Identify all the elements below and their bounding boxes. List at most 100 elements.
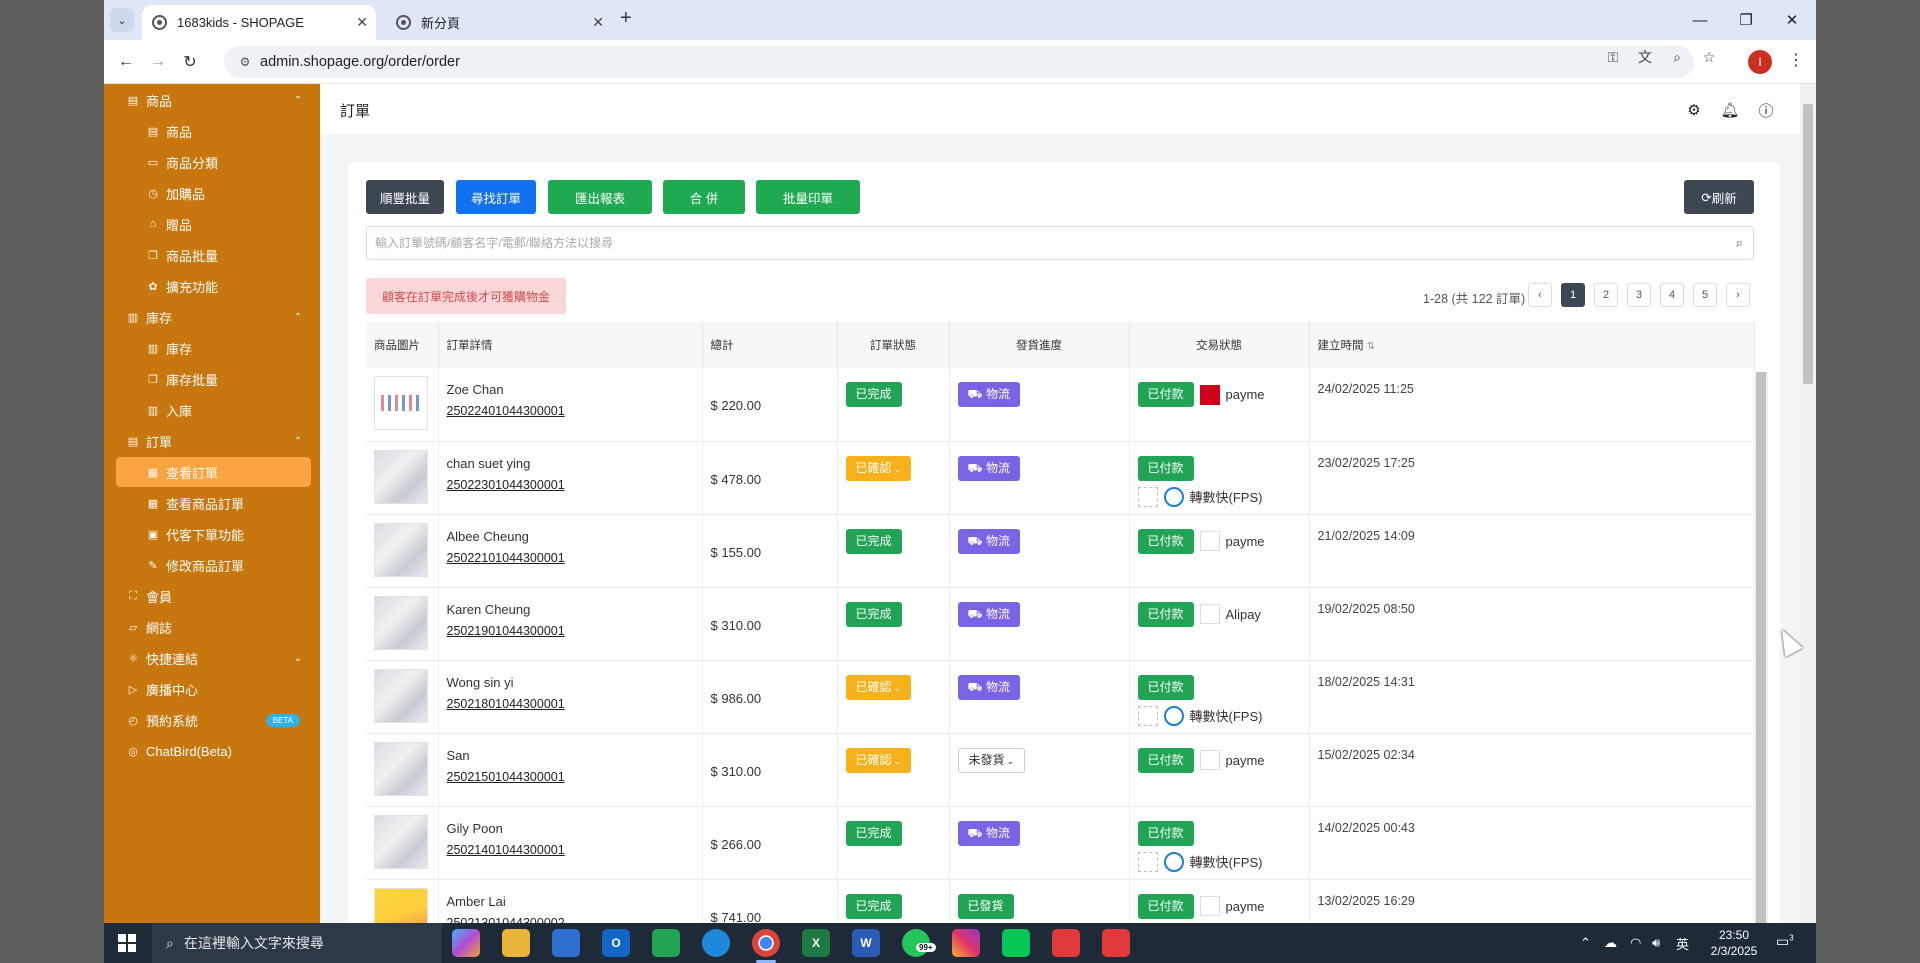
anydesk-icon-2[interactable] bbox=[1102, 929, 1130, 957]
order-status-badge[interactable]: 已完成 bbox=[845, 820, 902, 846]
page-scrollbar[interactable] bbox=[1800, 84, 1816, 923]
password-key-icon[interactable]: ⚿ bbox=[1602, 46, 1624, 68]
store-icon[interactable] bbox=[552, 929, 580, 957]
payment-proof-icon[interactable] bbox=[1199, 750, 1220, 770]
sidebar-item-5[interactable]: ❐ 商品批量 bbox=[104, 240, 320, 270]
instagram-icon[interactable] bbox=[952, 929, 980, 957]
sidebar-item-18[interactable]: ⚛ 快捷連結 ⌄ bbox=[104, 643, 320, 673]
chevron-up-icon[interactable]: ⌃ bbox=[294, 436, 302, 447]
find-order-button[interactable]: 尋找訂單 bbox=[456, 180, 536, 214]
order-number-link[interactable]: 25021401044300001 bbox=[447, 843, 702, 857]
url-text[interactable]: admin.shopage.org/order/order bbox=[260, 54, 460, 70]
shipping-status-badge[interactable]: ⛟ 物流 bbox=[957, 528, 1020, 554]
anydesk-icon[interactable] bbox=[1052, 929, 1080, 957]
payment-status-badge[interactable]: 已付款 bbox=[1137, 455, 1194, 481]
sidebar-item-17[interactable]: ▱ 網誌 bbox=[104, 612, 320, 642]
order-number-link[interactable]: 25021801044300001 bbox=[447, 697, 702, 711]
chevron-down-icon[interactable]: ⌄ bbox=[294, 653, 302, 664]
bell-icon[interactable]: 🔔︎ bbox=[1720, 100, 1740, 120]
payment-status-badge[interactable]: 已付款 bbox=[1137, 674, 1194, 700]
page-button-1[interactable]: 1 bbox=[1561, 283, 1585, 307]
table-row[interactable]: Karen Cheung 25021901044300001 $ 310.00 已完成… bbox=[366, 587, 1755, 660]
sidebar-item-0[interactable]: ▤ 商品 ⌃ bbox=[104, 85, 320, 115]
payment-proof-icon[interactable] bbox=[1137, 851, 1158, 872]
order-status-badge[interactable]: 已確認 ⌄ bbox=[845, 455, 912, 481]
table-row[interactable]: Albee Cheung 25022101044300001 $ 155.00 已完成… bbox=[366, 514, 1755, 587]
restore-icon[interactable]: ❐ bbox=[1723, 0, 1769, 40]
tab-search-button[interactable]: ⌄ bbox=[110, 8, 134, 32]
word-icon[interactable]: W bbox=[852, 929, 880, 957]
chrome-icon[interactable] bbox=[752, 929, 780, 957]
payment-proof-icon[interactable] bbox=[1137, 486, 1158, 507]
page-button-4[interactable]: 4 bbox=[1660, 283, 1684, 307]
shipping-status-badge[interactable]: ⛟ 物流 bbox=[957, 455, 1020, 481]
file-explorer-icon[interactable] bbox=[502, 929, 530, 957]
search-icon[interactable]: ⌕ bbox=[1736, 235, 1743, 251]
more-menu-icon[interactable]: ⋮ bbox=[1788, 50, 1804, 70]
zoom-icon[interactable]: ⌕ bbox=[1666, 46, 1688, 68]
sidebar-item-16[interactable]: ⛶ 會員 bbox=[104, 581, 320, 611]
sidebar-item-9[interactable]: ❐ 庫存批量 bbox=[104, 364, 320, 394]
sidebar-item-11[interactable]: ▤ 訂單 ⌃ bbox=[104, 426, 320, 456]
payment-status-badge[interactable]: 已付款 bbox=[1137, 893, 1194, 919]
payment-proof-icon[interactable] bbox=[1199, 531, 1220, 551]
new-tab-plus-icon[interactable]: + bbox=[620, 7, 632, 30]
excel-icon[interactable]: X bbox=[802, 929, 830, 957]
merge-button[interactable]: 合 併 bbox=[663, 180, 745, 214]
shipping-status-badge[interactable]: 未發貨 ⌄ bbox=[957, 747, 1026, 773]
table-scrollbar[interactable] bbox=[1754, 372, 1768, 923]
payment-proof-icon[interactable] bbox=[1137, 705, 1158, 726]
product-thumbnail[interactable] bbox=[374, 668, 428, 723]
sidebar-item-4[interactable]: ⌂ 贈品 bbox=[104, 209, 320, 239]
chevron-up-icon[interactable]: ⌃ bbox=[294, 312, 302, 323]
sidebar-item-10[interactable]: ▥ 入庫 bbox=[104, 395, 320, 425]
search-input[interactable] bbox=[367, 227, 1707, 259]
page-button-2[interactable]: 2 bbox=[1594, 283, 1618, 307]
sidebar-item-2[interactable]: ▭ 商品分類 bbox=[104, 147, 320, 177]
order-number-link[interactable]: 25022101044300001 bbox=[447, 551, 702, 565]
product-thumbnail[interactable] bbox=[374, 814, 428, 869]
table-row[interactable]: Wong sin yi 25021801044300001 $ 986.00 已確認 ⌄… bbox=[366, 660, 1755, 733]
sidebar-item-13[interactable]: ▦ 查看商品訂單 bbox=[104, 488, 320, 518]
edge-icon[interactable] bbox=[702, 929, 730, 957]
order-number-link[interactable]: 25021501044300001 bbox=[447, 770, 702, 784]
back-arrow-icon[interactable]: ← bbox=[114, 50, 138, 74]
page-button-3[interactable]: 3 bbox=[1627, 283, 1651, 307]
page-button-5[interactable]: 5 bbox=[1693, 283, 1717, 307]
chevron-up-icon[interactable]: ⌃ bbox=[294, 95, 302, 106]
bulk-sf-button[interactable]: 順豐批量 bbox=[366, 180, 444, 214]
order-number-link[interactable]: 25021301044300002 bbox=[447, 916, 702, 924]
sidebar-item-6[interactable]: ✿ 擴充功能 bbox=[104, 271, 320, 301]
translate-icon[interactable]: 文 bbox=[1634, 46, 1656, 68]
minimize-icon[interactable]: — bbox=[1677, 0, 1723, 40]
sheets-icon[interactable] bbox=[652, 929, 680, 957]
next-page-button[interactable]: › bbox=[1726, 283, 1750, 307]
reload-icon[interactable]: ↻ bbox=[178, 50, 202, 74]
shipping-status-badge[interactable]: ⛟ 物流 bbox=[957, 674, 1020, 700]
tab-shopage[interactable]: 1683kids - SHOPAGE ✕ bbox=[142, 5, 376, 40]
product-thumbnail[interactable] bbox=[374, 449, 428, 504]
payment-proof-icon[interactable] bbox=[1199, 384, 1220, 405]
table-row[interactable]: chan suet ying 25022301044300001 $ 478.00 已… bbox=[366, 441, 1755, 514]
product-thumbnail[interactable] bbox=[374, 522, 428, 577]
order-status-badge[interactable]: 已完成 bbox=[845, 893, 902, 919]
onedrive-icon[interactable]: ☁ bbox=[1604, 923, 1617, 963]
copilot-icon[interactable] bbox=[452, 929, 480, 957]
address-bar[interactable]: ⚙ admin.shopage.org/order/order bbox=[224, 46, 1694, 78]
product-thumbnail[interactable] bbox=[374, 741, 428, 796]
refresh-button[interactable]: ⟳ 刷新 bbox=[1684, 180, 1754, 214]
sidebar-item-7[interactable]: ▥ 庫存 ⌃ bbox=[104, 302, 320, 332]
info-icon[interactable]: ⓘ bbox=[1756, 100, 1776, 120]
tray-chevron-icon[interactable]: ⌃ bbox=[1580, 923, 1591, 963]
shipping-status-badge[interactable]: ⛟ 物流 bbox=[957, 820, 1020, 846]
table-row[interactable]: Amber Lai 25021301044300002 $ 741.00 已完成 已發貨… bbox=[366, 879, 1755, 924]
sidebar-item-19[interactable]: ▷ 廣播中心 bbox=[104, 674, 320, 704]
line-icon[interactable] bbox=[1002, 929, 1030, 957]
network-icon[interactable]: ◠ bbox=[1630, 923, 1641, 963]
order-number-link[interactable]: 25021901044300001 bbox=[447, 624, 702, 638]
shipping-status-badge[interactable]: ⛟ 物流 bbox=[957, 382, 1020, 407]
notification-center-icon[interactable]: ▭3 bbox=[1776, 933, 1794, 950]
order-status-badge[interactable]: 已完成 bbox=[845, 528, 902, 554]
order-number-link[interactable]: 25022401044300001 bbox=[447, 404, 702, 418]
bookmark-star-icon[interactable]: ☆ bbox=[1698, 46, 1720, 68]
